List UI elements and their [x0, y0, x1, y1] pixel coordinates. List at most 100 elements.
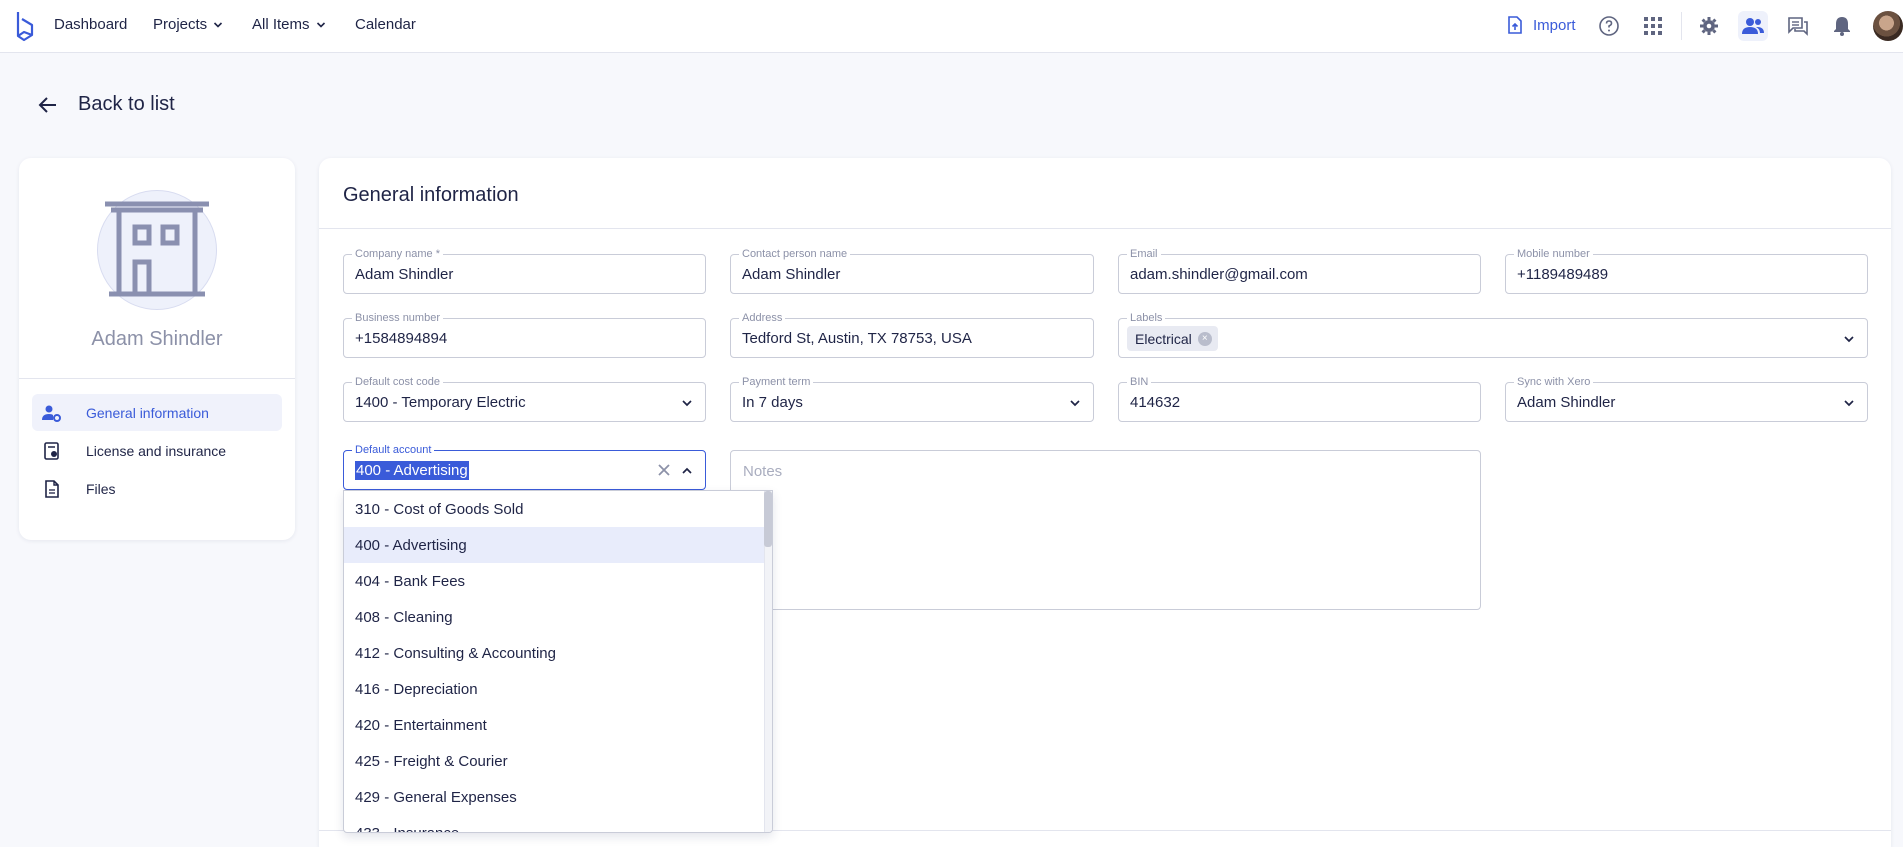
nav-all-items[interactable]: All Items: [252, 16, 326, 33]
field-value: +1584894894: [355, 330, 448, 347]
import-button[interactable]: Import: [1507, 16, 1576, 34]
field-value: 414632: [1130, 394, 1181, 411]
user-settings-icon: [42, 405, 61, 422]
scrollbar-thumb[interactable]: [764, 491, 772, 547]
field-label: Mobile number: [1514, 248, 1593, 260]
building-icon: [105, 201, 209, 297]
label-chip[interactable]: Electrical ×: [1127, 326, 1218, 351]
divider: [319, 228, 1891, 229]
import-label: Import: [1533, 16, 1576, 34]
sidebar-item-files[interactable]: Files: [32, 470, 282, 507]
mobile-number-field[interactable]: Mobile number +1189489489: [1505, 248, 1868, 294]
app-logo-icon[interactable]: [12, 10, 36, 42]
field-label: Sync with Xero: [1514, 376, 1594, 388]
user-avatar[interactable]: [1873, 11, 1903, 41]
section-title: General information: [343, 184, 519, 206]
arrow-left-icon: [38, 96, 56, 113]
nav-projects[interactable]: Projects: [153, 16, 223, 33]
company-avatar: [97, 190, 217, 310]
dropdown-options: 310 - Cost of Goods Sold 400 - Advertisin…: [344, 491, 772, 833]
settings-icon[interactable]: [1697, 14, 1721, 38]
bell-icon[interactable]: [1830, 14, 1854, 38]
field-label: Business number: [352, 312, 443, 324]
field-value: Adam Shindler: [1517, 394, 1616, 411]
contact-person-field[interactable]: Contact person name Adam Shindler: [730, 248, 1094, 294]
email-field[interactable]: Email adam.shindler@gmail.com: [1118, 248, 1481, 294]
help-icon[interactable]: [1597, 14, 1621, 38]
dropdown-scrollbar[interactable]: [764, 491, 772, 832]
bin-field[interactable]: BIN 414632: [1118, 376, 1481, 422]
nav-calendar-label: Calendar: [355, 16, 416, 33]
chevron-down-icon[interactable]: [1069, 397, 1081, 409]
field-label: Email: [1127, 248, 1161, 260]
apps-grid-icon[interactable]: [1641, 14, 1665, 38]
file-upload-icon: [1508, 16, 1522, 34]
dropdown-option[interactable]: 404 - Bank Fees: [344, 563, 766, 599]
clear-icon[interactable]: [655, 461, 673, 479]
dropdown-option[interactable]: 416 - Depreciation: [344, 671, 766, 707]
dropdown-option[interactable]: 412 - Consulting & Accounting: [344, 635, 766, 671]
field-label: Address: [739, 312, 786, 324]
dropdown-option[interactable]: 408 - Cleaning: [344, 599, 766, 635]
profile-card: Adam Shindler General information Licens…: [19, 158, 295, 540]
sidebar-item-license-and-insurance[interactable]: License and insurance: [32, 432, 282, 469]
sync-with-xero-select[interactable]: Sync with Xero Adam Shindler: [1505, 376, 1868, 422]
field-value: Adam Shindler: [742, 266, 841, 283]
default-account-dropdown: 310 - Cost of Goods Sold 400 - Advertisin…: [343, 490, 773, 833]
dropdown-option[interactable]: 433 - Insurance: [344, 815, 766, 833]
divider: [19, 378, 295, 379]
field-value: Tedford St, Austin, TX 78753, USA: [742, 330, 972, 347]
chevron-down-icon: [214, 21, 223, 28]
business-number-field[interactable]: Business number +1584894894: [343, 312, 706, 358]
chevron-down-icon[interactable]: [1843, 397, 1855, 409]
nav-dashboard[interactable]: Dashboard: [54, 16, 127, 33]
chevron-down-icon[interactable]: [1843, 333, 1855, 345]
default-account-select[interactable]: Default account 400 - Advertising: [343, 444, 706, 490]
toolbar-divider: [1681, 12, 1682, 40]
sidebar-item-label: General information: [86, 404, 209, 421]
nav-projects-label: Projects: [153, 16, 208, 33]
notes-textarea[interactable]: Notes: [730, 450, 1481, 610]
field-value: +1189489489: [1517, 266, 1609, 283]
chip-remove-icon[interactable]: ×: [1197, 331, 1212, 346]
contacts-icon[interactable]: [1738, 11, 1768, 41]
chevron-down-icon[interactable]: [681, 397, 693, 409]
chevron-up-icon[interactable]: [681, 465, 693, 477]
field-label: Default account: [352, 444, 435, 456]
dropdown-option[interactable]: 310 - Cost of Goods Sold: [344, 491, 766, 527]
field-value: adam.shindler@gmail.com: [1130, 266, 1308, 283]
field-label: BIN: [1127, 376, 1152, 388]
chip-label: Electrical: [1135, 330, 1192, 347]
dropdown-option[interactable]: 420 - Entertainment: [344, 707, 766, 743]
back-to-list-label: Back to list: [78, 93, 175, 115]
field-label: Contact person name: [739, 248, 851, 260]
chat-icon[interactable]: [1786, 14, 1810, 38]
sidebar-item-label: Files: [86, 480, 116, 497]
dropdown-option[interactable]: 425 - Freight & Courier: [344, 743, 766, 779]
company-name-field[interactable]: Company name * Adam Shindler: [343, 248, 706, 294]
nav-calendar[interactable]: Calendar: [355, 16, 416, 33]
company-name: Adam Shindler: [91, 328, 223, 350]
field-label: Default cost code: [352, 376, 443, 388]
license-icon: [44, 441, 59, 460]
field-value: Adam Shindler: [355, 266, 454, 283]
nav-all-items-label: All Items: [252, 16, 310, 33]
payment-term-select[interactable]: Payment term In 7 days: [730, 376, 1094, 422]
dropdown-option[interactable]: 429 - General Expenses: [344, 779, 766, 815]
selected-text: 400 - Advertising: [355, 461, 469, 480]
top-navigation-bar: Dashboard Projects All Items Calendar Im…: [0, 0, 1903, 53]
address-field[interactable]: Address Tedford St, Austin, TX 78753, US…: [730, 312, 1094, 358]
field-value[interactable]: 400 - Advertising: [355, 461, 469, 480]
labels-select[interactable]: Labels Electrical ×: [1118, 312, 1868, 358]
dropdown-option[interactable]: 400 - Advertising: [344, 527, 766, 563]
back-to-list-link[interactable]: Back to list: [38, 93, 175, 116]
sidebar-item-general-information[interactable]: General information: [32, 394, 282, 431]
notes-placeholder: Notes: [743, 463, 783, 480]
default-cost-code-select[interactable]: Default cost code 1400 - Temporary Elect…: [343, 376, 706, 422]
sidebar-item-label: License and insurance: [86, 442, 227, 459]
field-value: In 7 days: [742, 394, 803, 411]
field-label: Company name *: [352, 248, 443, 260]
field-value: 1400 - Temporary Electric: [355, 394, 526, 411]
field-label: Labels: [1127, 312, 1166, 324]
chevron-down-icon: [316, 21, 325, 28]
